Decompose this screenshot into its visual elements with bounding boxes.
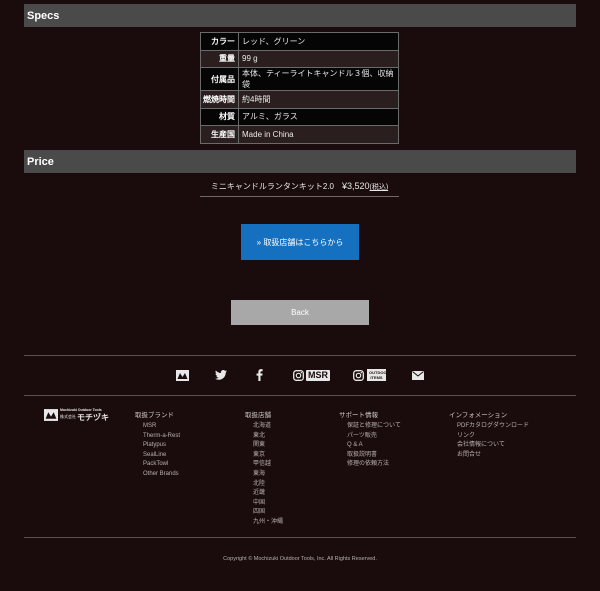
footer-support: サポート情報 保証と修理について パーツ販売 Q & A 取扱説明書 修理の依頼方法	[339, 409, 401, 470]
footer-store-link[interactable]: 東海	[253, 470, 283, 480]
footer-brand-link[interactable]: Platypus	[143, 441, 180, 451]
specs-table: カラー レッド、グリーン 重量 99 g 付属品 本体、ティーライトキャンドル３個、収納袋…	[200, 32, 399, 144]
footer-brand-link[interactable]: PackTowl	[143, 460, 180, 470]
spec-value: 本体、ティーライトキャンドル３個、収納袋	[238, 67, 399, 91]
tax-note: (税込)	[369, 184, 389, 191]
footer-brand-link[interactable]: MSR	[143, 422, 180, 432]
footer-support-link[interactable]: 修理の依頼方法	[347, 460, 401, 470]
footer-support-link[interactable]: 取扱説明書	[347, 451, 401, 461]
spec-row: 重量 99 g	[200, 49, 399, 68]
spec-row: 生産国 Made in China	[200, 125, 399, 144]
spec-row: 付属品 本体、ティーライトキャンドル３個、収納袋	[200, 67, 399, 91]
spec-value: 約4時間	[238, 90, 399, 109]
footer-stores: 取扱店舗 北海道 東北 関東 東京 甲信越 東海 北陸 近畿 中国 四国 九州・沖縄	[245, 409, 283, 528]
footer-store-link[interactable]: 中国	[253, 499, 283, 509]
company-logo[interactable]: Mochizuki Outdoor Tools 株式会社 モチヅキ	[44, 408, 110, 422]
footer-store-link[interactable]: 関東	[253, 441, 283, 451]
footer-stores-title[interactable]: 取扱店舗	[245, 409, 283, 419]
footer-brands-title[interactable]: 取扱ブランド	[135, 409, 180, 419]
facebook-icon[interactable]	[256, 367, 263, 383]
footer-support-title[interactable]: サポート情報	[339, 409, 401, 419]
spec-value: レッド、グリーン	[238, 32, 399, 51]
footer-store-link[interactable]: 九州・沖縄	[253, 518, 283, 528]
divider	[24, 355, 576, 356]
spec-row: 材質 アルミ、ガラス	[200, 107, 399, 126]
outdoor-items-badge: OUTDOOR ITEMS	[367, 369, 389, 381]
footer-store-link[interactable]: 甲信越	[253, 460, 283, 470]
back-button[interactable]: Back	[231, 300, 369, 325]
divider	[24, 537, 576, 538]
spec-key: 燃焼時間	[200, 90, 239, 109]
footer-brands: 取扱ブランド MSR Therm-a-Rest Platypus SealLine Pa…	[135, 409, 180, 480]
spec-row: カラー レッド、グリーン	[200, 32, 399, 51]
footer-store-link[interactable]: 四国	[253, 508, 283, 518]
footer-brand-link[interactable]: SealLine	[143, 451, 180, 461]
instagram-msr-icon[interactable]: MSR	[293, 367, 330, 383]
brand-mark-icon	[44, 409, 58, 421]
spec-key: 重量	[200, 49, 239, 68]
footer-store-link[interactable]: 東北	[253, 432, 283, 442]
footer-info-title[interactable]: インフォメーション	[449, 409, 529, 419]
spec-row: 燃焼時間 約4時間	[200, 90, 399, 109]
instagram-outdoor-icon[interactable]: OUTDOOR ITEMS	[353, 367, 389, 383]
footer-brand-link[interactable]: Therm-a-Rest	[143, 432, 180, 442]
mail-icon[interactable]	[412, 367, 424, 383]
footer-store-link[interactable]: 北海道	[253, 422, 283, 432]
spec-key: カラー	[200, 32, 239, 51]
footer-support-link[interactable]: パーツ販売	[347, 432, 401, 442]
product-name: ミニキャンドルランタンキット2.0	[210, 182, 334, 191]
spec-key: 生産国	[200, 125, 239, 144]
specs-section-header: Specs	[24, 4, 576, 27]
footer-brand-link[interactable]: Other Brands	[143, 470, 180, 480]
spec-value: 99 g	[238, 49, 399, 68]
twitter-icon[interactable]	[215, 367, 227, 383]
footer-info-link[interactable]: リンク	[457, 432, 529, 442]
store-locator-button[interactable]: » 取扱店舗はこちらから	[241, 224, 359, 260]
divider	[24, 395, 576, 396]
spec-value: Made in China	[238, 125, 399, 144]
msr-label: MSR	[306, 369, 330, 381]
footer-store-link[interactable]: 東京	[253, 451, 283, 461]
logo-line2b: モチヅキ	[77, 413, 109, 422]
logo-line2a: 株式会社	[60, 414, 76, 419]
footer-info: インフォメーション PDFカタログダウンロード リンク 会社情報について お問合せ	[449, 409, 529, 460]
footer-support-link[interactable]: Q & A	[347, 441, 401, 451]
footer-store-link[interactable]: 北陸	[253, 480, 283, 490]
items-label: ITEMS	[370, 375, 383, 380]
price-amount: ¥3,520	[341, 181, 370, 191]
footer-support-link[interactable]: 保証と修理について	[347, 422, 401, 432]
spec-value: アルミ、ガラス	[238, 107, 399, 126]
footer-info-link[interactable]: お問合せ	[457, 451, 529, 461]
copyright-text: Copyright © Mochizuki Outdoor Tools, Inc…	[223, 556, 377, 562]
brand-logo-icon[interactable]	[176, 367, 189, 383]
price-section-header: Price	[24, 150, 576, 173]
spec-key: 付属品	[200, 67, 239, 91]
price-line: ミニキャンドルランタンキット2.0 ¥3,520(税込)	[200, 181, 399, 197]
footer-info-link[interactable]: 会社情報について	[457, 441, 529, 451]
footer-store-link[interactable]: 近畿	[253, 489, 283, 499]
footer-info-link[interactable]: PDFカタログダウンロード	[457, 422, 529, 432]
spec-key: 材質	[200, 107, 239, 126]
